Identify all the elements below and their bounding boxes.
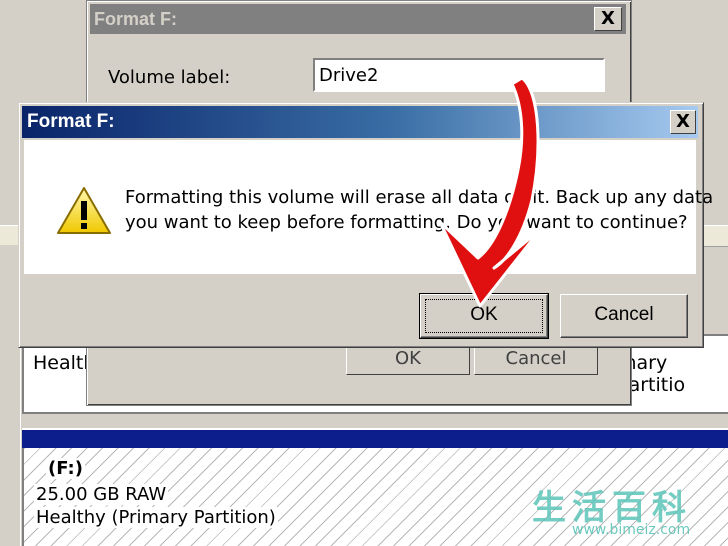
disk-size: 25.00 GB RAW	[34, 484, 169, 505]
confirm-dialog-titlebar[interactable]	[22, 106, 698, 138]
format-dialog-background-title: Format F:	[94, 9, 177, 29]
volume-label-input[interactable]: Drive2	[313, 58, 605, 92]
ok-button[interactable]: OK	[419, 293, 549, 339]
disk-letter: (F:)	[46, 458, 85, 479]
cancel-button-label: Cancel	[594, 304, 654, 325]
message-text-line2: you want to keep before formatting. Do y…	[125, 212, 688, 233]
disk-status: Healthy (Primary Partition)	[34, 507, 278, 528]
message-text-line1: Formatting this volume will erase all da…	[125, 187, 714, 208]
cancel-button[interactable]: Cancel	[560, 294, 688, 338]
format-dialog-background-close-button[interactable]: X	[594, 7, 622, 31]
format-dialog-background-cancel-button[interactable]: Cancel	[474, 345, 598, 375]
volume-row-status-right: mary Partitio	[618, 352, 686, 396]
volume-header-bar	[22, 428, 728, 450]
confirm-dialog-close-button[interactable]: X	[670, 110, 696, 134]
confirm-dialog-title: Format F:	[27, 111, 115, 132]
warning-icon	[57, 187, 111, 234]
format-dialog-background-ok-button[interactable]: OK	[346, 345, 470, 375]
volume-label-text: Volume label:	[108, 67, 231, 88]
watermark-url: www.bimeiz.com	[572, 522, 691, 538]
ok-button-focus-ring	[425, 299, 543, 333]
